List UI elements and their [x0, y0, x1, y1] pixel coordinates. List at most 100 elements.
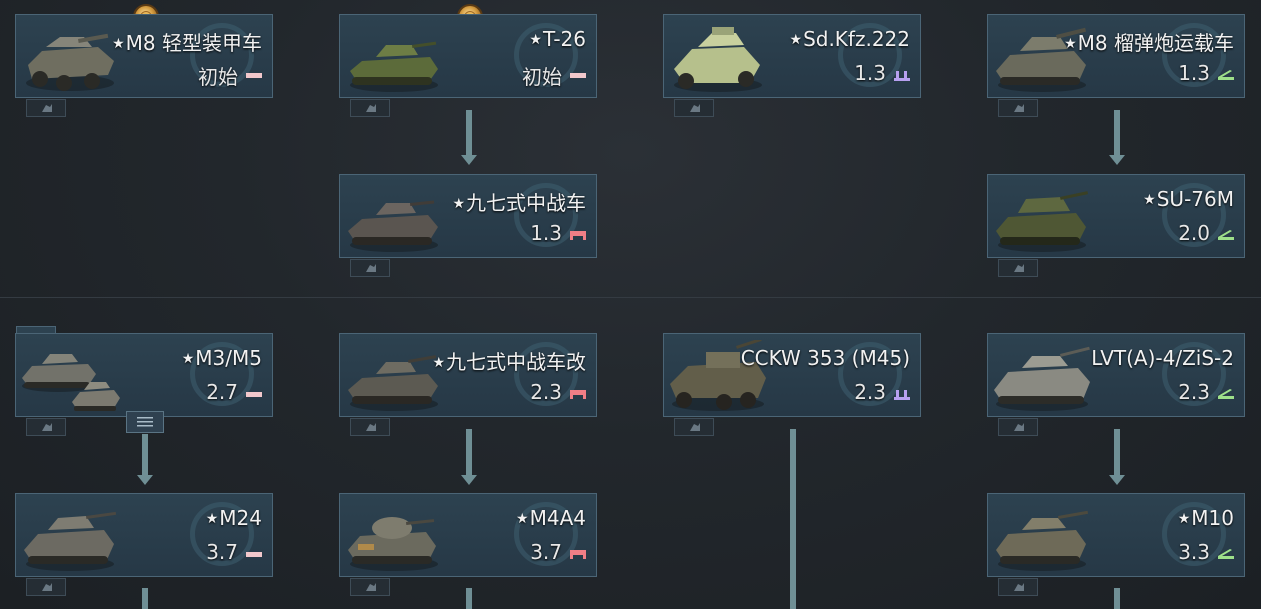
- research-arrow-head: [461, 155, 477, 165]
- crew-tag-icon: [350, 578, 390, 596]
- tank-destroyer-icon: [1218, 389, 1234, 399]
- medium-tank-icon: [570, 550, 586, 559]
- star-icon: ★: [516, 511, 529, 527]
- vehicle-name: ★九七式中战车改: [432, 350, 586, 374]
- battle-rating: 2.0: [1178, 221, 1210, 245]
- research-arrow: [142, 588, 148, 609]
- research-tree: ★M8 轻型装甲车 初始 ★T-26 初始 ★Sd.Kfz.222 1.3 ★M…: [0, 0, 1261, 609]
- vehicle-thumbnail: [674, 27, 762, 92]
- star-icon: ★: [1143, 192, 1156, 208]
- star-icon: ★: [432, 355, 445, 371]
- crew-tag-icon: [998, 99, 1038, 117]
- crew-tag-icon: [998, 259, 1038, 277]
- battle-rating: 1.3: [854, 61, 886, 85]
- vehicle-name: ★M10: [1177, 506, 1234, 530]
- crew-tag-icon: [350, 259, 390, 277]
- spaa-icon: [894, 71, 910, 81]
- spaa-icon: [894, 390, 910, 400]
- vehicle-card-m24[interactable]: ★M24 3.7: [15, 493, 273, 577]
- research-arrow: [466, 588, 472, 609]
- star-icon: ★: [1177, 511, 1191, 527]
- vehicle-card-cckw[interactable]: CCKW 353 (M45) 2.3: [663, 333, 921, 417]
- vehicle-name: ★M8 轻型装甲车: [112, 31, 262, 55]
- vehicle-name: ★M8 榴弹炮运载车: [1064, 31, 1234, 55]
- battle-rating: 2.7: [206, 380, 238, 404]
- vehicle-thumbnail: [350, 41, 438, 92]
- research-arrow-head: [461, 475, 477, 485]
- vehicle-card-sdkfz-222[interactable]: ★Sd.Kfz.222 1.3: [663, 14, 921, 98]
- vehicle-card-m3-m5[interactable]: ★M3/M5 2.7: [15, 333, 273, 417]
- battle-rating: 3.7: [530, 540, 562, 564]
- research-arrow: [466, 110, 472, 156]
- crew-tag-icon: [998, 418, 1038, 436]
- vehicle-thumbnail: [348, 517, 438, 571]
- star-icon: ★: [205, 511, 219, 527]
- light-tank-icon: [246, 552, 262, 557]
- medium-tank-icon: [570, 390, 586, 399]
- research-arrow: [1114, 588, 1120, 609]
- battle-rating: 1.3: [530, 221, 562, 245]
- vehicle-name: ★Sd.Kfz.222: [789, 27, 911, 51]
- battle-rating: 3.7: [206, 540, 238, 564]
- battle-rating: 初始: [198, 65, 238, 89]
- vehicle-card-type97[interactable]: ★九七式中战车 1.3: [339, 174, 597, 258]
- crew-tag-icon: [26, 418, 66, 436]
- crew-tag-icon: [674, 99, 714, 117]
- vehicle-name: ★M4A4: [516, 506, 586, 530]
- vehicle-thumbnail: [348, 355, 438, 411]
- vehicle-card-m8-hmc[interactable]: ★M8 榴弹炮运载车 1.3: [987, 14, 1245, 98]
- light-tank-icon: [570, 73, 586, 78]
- vehicle-thumbnail: [994, 346, 1090, 411]
- research-arrow: [1114, 429, 1120, 476]
- research-arrow: [1114, 110, 1120, 156]
- tank-destroyer-icon: [1218, 549, 1234, 559]
- star-icon: ★: [789, 32, 803, 48]
- vehicle-thumbnail: [26, 33, 114, 91]
- star-icon: ★: [452, 196, 465, 212]
- light-tank-icon: [246, 73, 262, 78]
- crew-tag-icon: [350, 418, 390, 436]
- vehicle-thumbnail: [22, 354, 120, 411]
- star-icon: ★: [112, 36, 125, 52]
- vehicle-name: ★M24: [205, 506, 262, 530]
- crew-tag-icon: [26, 578, 66, 596]
- light-tank-icon: [246, 392, 262, 397]
- star-icon: ★: [529, 32, 542, 48]
- research-arrow-head: [1109, 475, 1125, 485]
- battle-rating: 2.3: [1178, 380, 1210, 404]
- research-arrow-head: [137, 475, 153, 485]
- vehicle-name: LVT(A)-4/ZiS-2: [1091, 346, 1234, 370]
- tank-destroyer-icon: [1218, 230, 1234, 240]
- vehicle-card-su-76m[interactable]: ★SU-76M 2.0: [987, 174, 1245, 258]
- research-arrow: [466, 429, 472, 476]
- rank-divider: [0, 297, 1261, 298]
- battle-rating: 2.3: [854, 380, 886, 404]
- vehicle-name: ★九七式中战车: [452, 191, 586, 215]
- vehicle-card-m10[interactable]: ★M10 3.3: [987, 493, 1245, 577]
- research-arrow-head: [1109, 155, 1125, 165]
- vehicle-card-m8-lac[interactable]: ★M8 轻型装甲车 初始: [15, 14, 273, 98]
- vehicle-card-lvt[interactable]: LVT(A)-4/ZiS-2 2.3: [987, 333, 1245, 417]
- crew-tag-icon: [26, 99, 66, 117]
- vehicle-card-m4a4[interactable]: ★M4A4 3.7: [339, 493, 597, 577]
- vehicle-name: CCKW 353 (M45): [740, 346, 910, 370]
- vehicle-name: ★M3/M5: [181, 346, 262, 370]
- folder-expand-icon[interactable]: [126, 411, 164, 433]
- vehicle-thumbnail: [348, 200, 438, 252]
- research-arrow: [790, 429, 796, 609]
- vehicle-card-type97-kai[interactable]: ★九七式中战车改 2.3: [339, 333, 597, 417]
- tank-destroyer-icon: [1218, 70, 1234, 80]
- star-icon: ★: [1064, 36, 1077, 52]
- vehicle-thumbnail: [24, 511, 117, 571]
- battle-rating: 初始: [522, 65, 562, 89]
- battle-rating: 1.3: [1178, 61, 1210, 85]
- vehicle-card-t-26[interactable]: ★T-26 初始: [339, 14, 597, 98]
- vehicle-thumbnail: [996, 191, 1089, 252]
- vehicle-name: ★SU-76M: [1143, 187, 1234, 211]
- battle-rating: 3.3: [1178, 540, 1210, 564]
- crew-tag-icon: [674, 418, 714, 436]
- crew-tag-icon: [350, 99, 390, 117]
- star-icon: ★: [181, 351, 195, 367]
- research-arrow: [142, 434, 148, 476]
- medium-tank-icon: [570, 231, 586, 240]
